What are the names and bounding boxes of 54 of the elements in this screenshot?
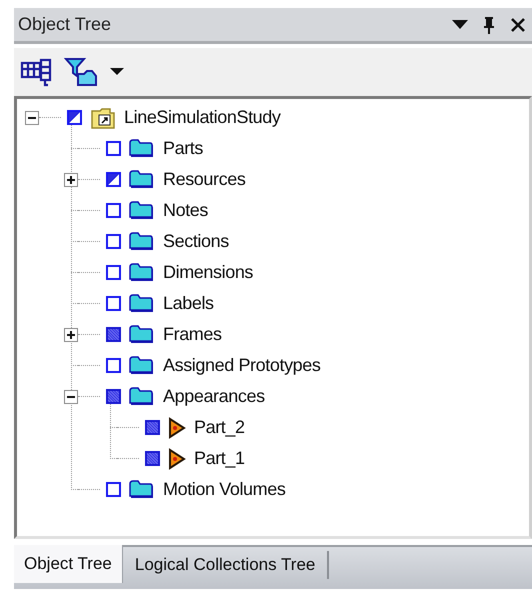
plus-icon xyxy=(67,176,75,184)
expand-toggle[interactable] xyxy=(64,172,78,186)
expand-toggle[interactable] xyxy=(64,328,78,342)
tree-item[interactable]: Parts xyxy=(163,135,204,162)
checkbox[interactable] xyxy=(106,203,121,218)
tree-item[interactable]: Part_2 xyxy=(194,414,245,441)
folder-icon xyxy=(129,230,155,252)
checkbox[interactable] xyxy=(106,296,121,311)
checkbox[interactable] xyxy=(145,420,160,435)
checkbox[interactable] xyxy=(106,327,121,342)
folder-icon xyxy=(129,354,155,376)
tree-item[interactable]: Part_1 xyxy=(194,445,245,472)
pin-icon[interactable] xyxy=(482,16,496,34)
folder-shortcut-icon xyxy=(90,106,116,130)
folder-icon xyxy=(129,324,155,346)
tree-item[interactable]: LineSimulationStudy xyxy=(124,104,281,131)
checkbox[interactable] xyxy=(106,389,121,404)
triangle-icon xyxy=(168,416,186,438)
close-icon[interactable] xyxy=(510,16,526,32)
tab[interactable]: Object Tree xyxy=(14,545,123,583)
tree-item[interactable]: Dimensions xyxy=(163,259,254,286)
checkbox[interactable] xyxy=(145,451,160,466)
dropdown-icon[interactable] xyxy=(110,67,124,77)
collapse-toggle[interactable] xyxy=(25,110,39,124)
tree-item[interactable]: Assigned Prototypes xyxy=(163,352,320,379)
tree-item[interactable]: Frames xyxy=(163,321,222,348)
tree-item[interactable]: Notes xyxy=(163,197,208,224)
collapse-toggle[interactable] xyxy=(64,390,78,404)
folder-icon xyxy=(129,478,155,500)
tree-item[interactable]: Resources xyxy=(163,166,246,193)
folder-icon xyxy=(129,168,155,190)
folder-icon xyxy=(129,262,155,284)
tree-item[interactable]: Appearances xyxy=(163,383,265,410)
tree-item[interactable]: Motion Volumes xyxy=(163,476,286,503)
checkbox[interactable] xyxy=(106,141,121,156)
folder-icon xyxy=(129,386,155,408)
checkbox[interactable] xyxy=(106,234,121,249)
triangle-icon xyxy=(168,448,186,470)
checkbox[interactable] xyxy=(106,265,121,280)
folder-icon xyxy=(129,138,155,160)
tree-item[interactable]: Sections xyxy=(163,228,229,255)
tree-item[interactable]: Labels xyxy=(163,290,214,317)
folder-icon xyxy=(129,292,155,314)
panel-title: Object Tree xyxy=(18,13,112,36)
checkbox[interactable] xyxy=(106,358,121,373)
filter-icon[interactable] xyxy=(64,56,98,88)
tab[interactable]: Logical Collections Tree xyxy=(122,551,330,579)
checkbox[interactable] xyxy=(67,110,82,125)
checkbox[interactable] xyxy=(106,172,121,187)
checkbox[interactable] xyxy=(106,482,121,497)
dropdown-icon[interactable] xyxy=(452,20,468,30)
plus-icon xyxy=(67,330,75,338)
folder-icon xyxy=(129,200,155,222)
grid-icon[interactable] xyxy=(20,57,52,87)
